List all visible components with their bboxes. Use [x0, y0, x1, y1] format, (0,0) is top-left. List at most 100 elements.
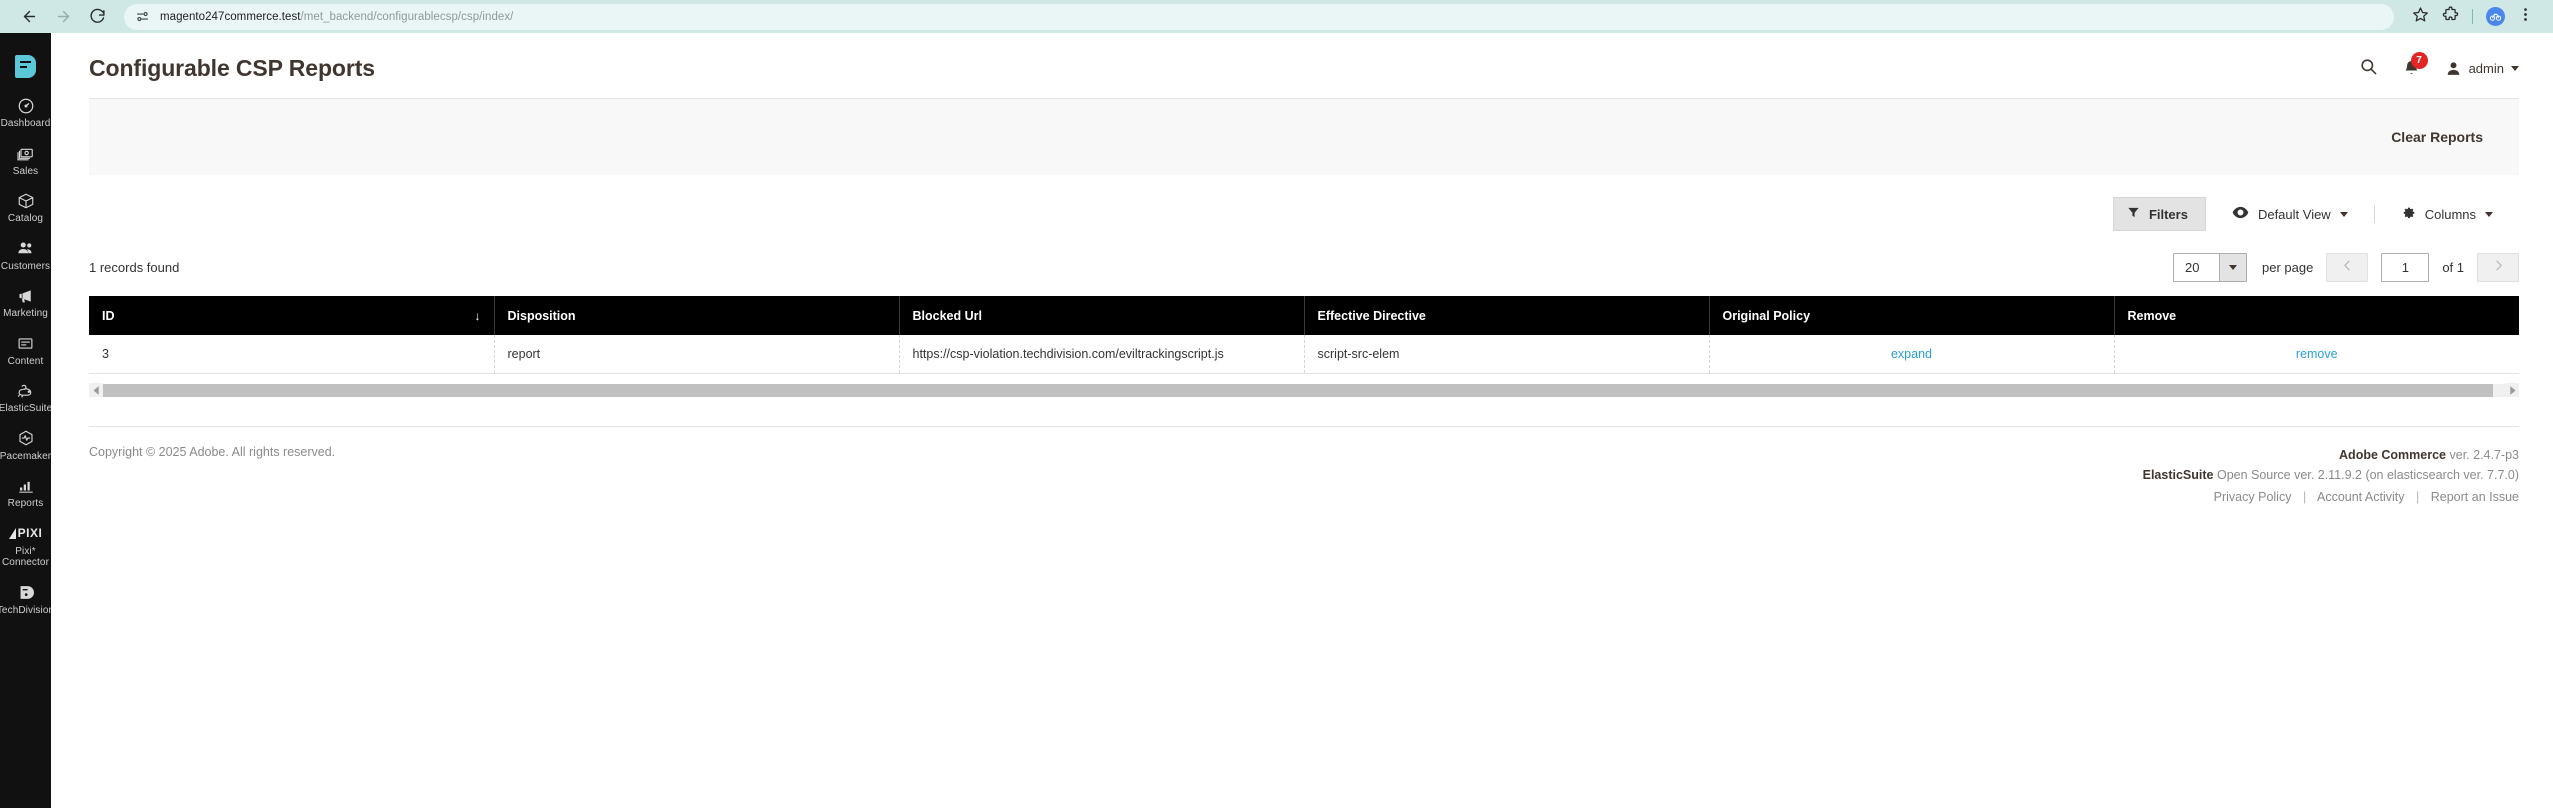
sidebar-item-customers[interactable]: Customers	[0, 232, 51, 280]
previous-page-button[interactable]	[2326, 253, 2369, 282]
forward-button[interactable]	[48, 2, 78, 32]
reload-button[interactable]	[82, 2, 112, 32]
next-page-button[interactable]	[2477, 253, 2519, 282]
main-content: Configurable CSP Reports 7 admin Clear R…	[51, 33, 2553, 808]
columns-selector[interactable]: Columns	[2373, 205, 2519, 223]
star-icon	[2412, 6, 2429, 28]
browser-toolbar: magento247commerce.test/met_backend/conf…	[0, 0, 2553, 33]
browser-menu-button[interactable]	[2511, 3, 2539, 31]
footer-version-info: Adobe Commerce ver. 2.4.7-p3 ElasticSuit…	[2143, 445, 2519, 507]
chevron-right-icon	[2492, 259, 2505, 277]
report-an-issue-link[interactable]: Report an Issue	[2431, 490, 2519, 504]
sidebar-item-reports[interactable]: Reports	[0, 469, 51, 517]
scroll-left-arrow-icon[interactable]	[89, 383, 103, 397]
column-header-blocked-url[interactable]: Blocked Url	[899, 296, 1305, 335]
horizontal-scrollbar[interactable]	[89, 383, 2519, 397]
header-actions: 7 admin	[2359, 52, 2519, 81]
sidebar-item-catalog[interactable]: Catalog	[0, 184, 51, 232]
page-header: Configurable CSP Reports 7 admin	[51, 33, 2553, 98]
sidebar-item-label: Dashboard	[0, 118, 51, 129]
privacy-policy-link[interactable]: Privacy Policy	[2214, 490, 2292, 504]
scroll-right-arrow-icon[interactable]	[2505, 383, 2519, 397]
column-header-remove[interactable]: Remove	[2114, 296, 2519, 335]
notifications-button[interactable]: 7	[2402, 52, 2428, 78]
people-icon	[16, 239, 35, 258]
column-header-disposition[interactable]: Disposition	[494, 296, 900, 335]
per-page-select[interactable]: 20	[2172, 253, 2247, 282]
notification-count-badge: 7	[2410, 52, 2428, 69]
magento-admin-logo-icon	[15, 54, 36, 78]
total-pages-label: of 1	[2442, 260, 2464, 275]
account-activity-link[interactable]: Account Activity	[2317, 490, 2405, 504]
content-layout-icon	[16, 334, 35, 353]
site-settings-icon[interactable]	[134, 8, 151, 25]
listing-summary-row: 1 records found 20 per page of 1	[89, 231, 2519, 296]
sidebar-item-sales[interactable]: Sales	[0, 137, 51, 185]
admin-user-menu[interactable]: admin	[2445, 60, 2519, 77]
funnel-icon	[2127, 206, 2140, 222]
clear-reports-button[interactable]: Clear Reports	[2381, 123, 2493, 151]
remove-report-link[interactable]: remove	[2296, 347, 2338, 361]
cell-id: 3	[89, 335, 495, 374]
extensions-button[interactable]	[2436, 3, 2464, 31]
scrollbar-track[interactable]	[103, 383, 2505, 397]
current-page-input[interactable]	[2381, 253, 2430, 282]
default-view-selector[interactable]: Default View	[2206, 206, 2374, 222]
sidebar-item-techdivision[interactable]: TechDivision	[0, 576, 51, 624]
product-name: Adobe Commerce	[2339, 448, 2447, 462]
per-page-label: per page	[2261, 260, 2314, 275]
column-label: ID	[102, 308, 115, 323]
column-header-id[interactable]: ID ↓	[89, 296, 495, 335]
column-header-original-policy[interactable]: Original Policy	[1709, 296, 2115, 335]
sidebar-item-label: Customers	[0, 260, 51, 272]
column-label: Original Policy	[1722, 308, 1811, 323]
grid-toolbar: Filters Default View Columns	[89, 175, 2519, 231]
eye-icon	[2232, 206, 2249, 222]
module-version: Open Source ver. 2.11.9.2 (on elasticsea…	[2216, 468, 2519, 482]
techdivision-logo-icon	[17, 583, 34, 602]
reload-icon	[89, 8, 106, 25]
link-separator: |	[2416, 490, 2420, 504]
page-footer: Copyright © 2025 Adobe. All rights reser…	[89, 427, 2519, 507]
column-header-effective-directive[interactable]: Effective Directive	[1304, 296, 1710, 335]
sidebar-item-content[interactable]: Content	[0, 327, 51, 375]
sidebar-item-label: ElasticSuite	[0, 403, 51, 414]
product-version-line: Adobe Commerce ver. 2.4.7-p3	[2143, 445, 2519, 465]
table-row[interactable]: 3 report https://csp-violation.techdivis…	[89, 335, 2519, 374]
gear-icon	[2401, 205, 2416, 223]
scrollbar-thumb[interactable]	[103, 383, 2493, 397]
column-label: Blocked Url	[912, 308, 982, 323]
global-search-button[interactable]	[2359, 57, 2378, 81]
sidebar-item-label: Reports	[7, 498, 44, 509]
sidebar-logo[interactable]	[0, 43, 51, 89]
pagination-controls: 20 per page of 1	[2172, 253, 2519, 282]
box-icon	[17, 191, 35, 210]
sidebar-item-label: Pixi* Connector	[1, 545, 50, 569]
back-button[interactable]	[14, 2, 44, 32]
profile-button[interactable]	[2481, 3, 2509, 31]
data-grid-wrapper: ID ↓ Disposition Blocked Url Effective D…	[89, 296, 2519, 374]
sidebar-item-dashboard[interactable]: Dashboard	[0, 89, 51, 137]
sidebar-item-pixi-connector[interactable]: PIXI Pixi* Connector	[0, 517, 51, 576]
address-bar[interactable]: magento247commerce.test/met_backend/conf…	[124, 3, 2394, 30]
sidebar-item-label: Pacemaker	[0, 450, 51, 462]
admin-user-name: admin	[2468, 61, 2504, 76]
dashboard-gauge-icon	[17, 96, 35, 115]
sidebar-item-label: Catalog	[7, 213, 44, 224]
sidebar-item-elasticsuite[interactable]: ElasticSuite	[0, 374, 51, 422]
module-name: ElasticSuite	[2142, 468, 2214, 482]
chevron-left-icon	[2341, 259, 2354, 277]
sidebar-item-label: Sales	[12, 165, 39, 177]
bookmark-button[interactable]	[2406, 3, 2434, 31]
copyright-text: Copyright © 2025 Adobe. All rights reser…	[89, 445, 336, 459]
sidebar-item-marketing[interactable]: Marketing	[0, 279, 51, 327]
toolbar-divider	[2472, 9, 2473, 24]
admin-sidebar: Dashboard Sales Catalog Customers Market	[0, 33, 51, 808]
bar-chart-icon	[17, 476, 35, 495]
back-arrow-icon	[21, 8, 38, 25]
browser-toolbar-right	[2406, 3, 2539, 31]
search-icon	[2359, 57, 2378, 81]
sidebar-item-pacemaker[interactable]: Pacemaker	[0, 422, 51, 470]
expand-policy-link[interactable]: expand	[1891, 347, 1932, 361]
filters-button[interactable]: Filters	[2112, 197, 2206, 231]
